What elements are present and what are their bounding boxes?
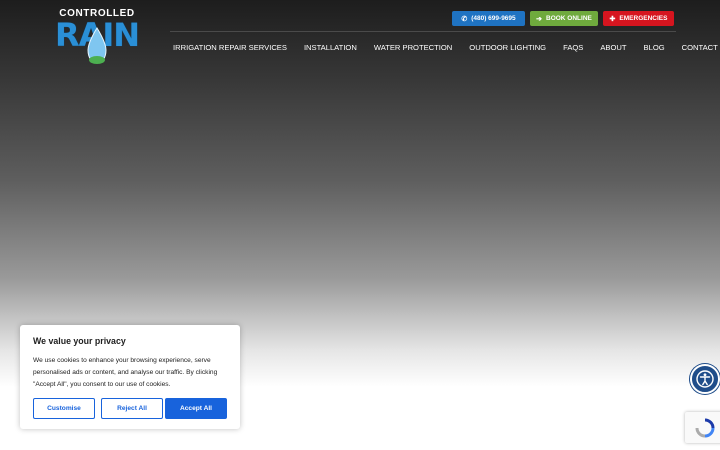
alert-icon: ✚	[609, 15, 616, 23]
main-nav: IRRIGATION REPAIR SERVICES INSTALLATION …	[173, 43, 720, 52]
customise-button[interactable]: Customise	[33, 398, 95, 419]
recaptcha-badge[interactable]	[685, 412, 720, 443]
nav-blog[interactable]: BLOG	[644, 43, 665, 52]
header-divider	[170, 31, 676, 32]
water-drop-icon	[87, 27, 107, 64]
nav-contact-us[interactable]: CONTACT US	[682, 43, 720, 52]
nav-about[interactable]: ABOUT	[600, 43, 626, 52]
nav-outdoor-lighting[interactable]: OUTDOOR LIGHTING	[469, 43, 546, 52]
phone-icon: ✆	[461, 15, 468, 23]
accept-all-button[interactable]: Accept All	[165, 398, 227, 419]
emergencies-label: EMERGENCIES	[619, 15, 668, 22]
emergencies-button[interactable]: ✚ EMERGENCIES	[603, 11, 674, 26]
book-online-label: BOOK ONLINE	[546, 15, 592, 22]
site-logo[interactable]: CONTROLLED RAIN	[52, 8, 142, 64]
nav-water-protection[interactable]: WATER PROTECTION	[374, 43, 452, 52]
phone-button[interactable]: ✆ (480) 699-9695	[452, 11, 525, 26]
accessibility-button[interactable]	[690, 364, 720, 394]
reject-all-button[interactable]: Reject All	[101, 398, 163, 419]
header-action-buttons: ✆ (480) 699-9695 ➔ BOOK ONLINE ✚ EMERGEN…	[452, 11, 674, 26]
nav-faqs[interactable]: FAQS	[563, 43, 583, 52]
cookie-consent-panel: We value your privacy We use cookies to …	[20, 325, 240, 429]
nav-irrigation-repair[interactable]: IRRIGATION REPAIR SERVICES	[173, 43, 287, 52]
book-online-button[interactable]: ➔ BOOK ONLINE	[530, 11, 598, 26]
arrow-right-icon: ➔	[536, 15, 542, 23]
nav-installation[interactable]: INSTALLATION	[304, 43, 357, 52]
cookie-title: We value your privacy	[33, 336, 126, 346]
recaptcha-icon	[695, 418, 715, 437]
cookie-body: We use cookies to enhance your browsing …	[33, 357, 218, 388]
accessibility-icon	[696, 370, 714, 388]
phone-button-label: (480) 699-9695	[471, 15, 516, 22]
